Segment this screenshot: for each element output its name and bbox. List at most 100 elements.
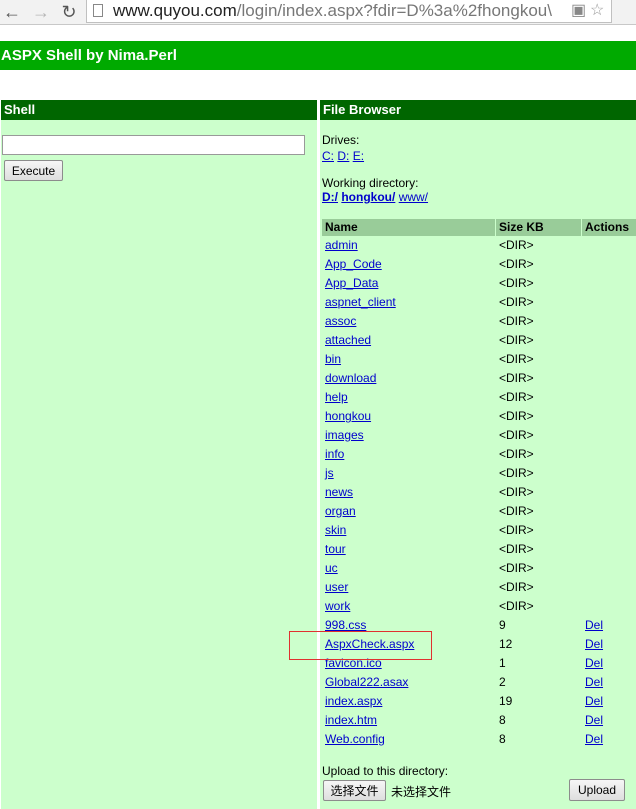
no-file-chosen-label: 未选择文件	[391, 785, 452, 799]
drive-link-d[interactable]: D:	[337, 149, 349, 163]
drives-label: Drives:	[322, 133, 360, 147]
drive-link-e[interactable]: E:	[353, 149, 364, 163]
file-name-cell: organ	[325, 502, 356, 521]
file-link[interactable]: App_Code	[325, 257, 382, 271]
file-link[interactable]: info	[325, 447, 344, 461]
file-link[interactable]: js	[325, 466, 334, 480]
file-name-cell: AspxCheck.aspx	[325, 635, 414, 654]
file-link[interactable]: bin	[325, 352, 341, 366]
file-link[interactable]: download	[325, 371, 376, 385]
file-name-cell: news	[325, 483, 353, 502]
table-row: attached <DIR>	[322, 331, 636, 350]
url-path: /login/index.aspx?fdir=D%3a%2fhongkou\	[236, 1, 552, 20]
table-row: images <DIR>	[322, 426, 636, 445]
file-size: <DIR>	[499, 542, 534, 556]
file-size: <DIR>	[499, 295, 534, 309]
file-link[interactable]: favicon.ico	[325, 656, 382, 670]
file-size: <DIR>	[499, 390, 534, 404]
file-link[interactable]: hongkou	[325, 409, 371, 423]
back-icon[interactable]: ←	[1, 0, 23, 24]
address-bar[interactable]: www.quyou.com/login/index.aspx?fdir=D%3a…	[86, 0, 612, 23]
shell-header: Shell	[1, 100, 317, 120]
choose-file-button[interactable]: 选择文件	[323, 780, 386, 801]
delete-link[interactable]: Del	[585, 694, 603, 708]
table-row: info <DIR>	[322, 445, 636, 464]
delete-link[interactable]: Del	[585, 618, 603, 632]
path-segment-hongkou[interactable]: hongkou/	[341, 190, 395, 204]
file-name-cell: aspnet_client	[325, 293, 396, 312]
working-dir-path: D:/ hongkou/ www/	[322, 190, 428, 204]
delete-link[interactable]: Del	[585, 732, 603, 746]
file-name-cell: index.htm	[325, 711, 377, 730]
file-size: <DIR>	[499, 333, 534, 347]
file-size: <DIR>	[499, 238, 534, 252]
file-link[interactable]: user	[325, 580, 348, 594]
reload-icon[interactable]: ↻	[58, 0, 80, 24]
file-actions: Del	[585, 635, 603, 654]
column-size: Size KB	[496, 219, 581, 236]
table-row: index.aspx 19 Del	[322, 692, 636, 711]
file-name-cell: download	[325, 369, 376, 388]
file-link[interactable]: help	[325, 390, 348, 404]
path-segment-root[interactable]: D:/	[322, 190, 338, 204]
file-name-cell: assoc	[325, 312, 356, 331]
file-link[interactable]: news	[325, 485, 353, 499]
table-row: Global222.asax 2 Del	[322, 673, 636, 692]
table-row: skin <DIR>	[322, 521, 636, 540]
command-input[interactable]	[2, 135, 305, 155]
file-table-header: Name Size KB Actions	[322, 219, 636, 236]
file-link[interactable]: uc	[325, 561, 338, 575]
file-actions: Del	[585, 654, 603, 673]
file-link[interactable]: 998.css	[325, 618, 366, 632]
file-actions: Del	[585, 673, 603, 692]
delete-link[interactable]: Del	[585, 713, 603, 727]
file-name-cell: bin	[325, 350, 341, 369]
file-link[interactable]: skin	[325, 523, 346, 537]
file-link[interactable]: images	[325, 428, 364, 442]
file-actions: Del	[585, 616, 603, 635]
file-link[interactable]: aspnet_client	[325, 295, 396, 309]
table-row: hongkou <DIR>	[322, 407, 636, 426]
file-link[interactable]: index.htm	[325, 713, 377, 727]
file-link[interactable]: index.aspx	[325, 694, 382, 708]
file-browser-panel: File Browser Drives: C: D: E: Working di…	[320, 100, 636, 809]
file-link[interactable]: admin	[325, 238, 358, 252]
file-browser-header: File Browser	[320, 100, 636, 120]
file-size: <DIR>	[499, 466, 534, 480]
table-row: aspnet_client <DIR>	[322, 293, 636, 312]
file-link[interactable]: organ	[325, 504, 356, 518]
file-name-cell: Web.config	[325, 730, 385, 749]
file-name-cell: hongkou	[325, 407, 371, 426]
file-link[interactable]: assoc	[325, 314, 356, 328]
file-link[interactable]: tour	[325, 542, 346, 556]
file-link[interactable]: attached	[325, 333, 371, 347]
table-row: admin <DIR>	[322, 236, 636, 255]
path-segment-www[interactable]: www/	[399, 190, 428, 204]
file-link[interactable]: work	[325, 599, 350, 613]
translate-icon[interactable]: ▣	[571, 1, 586, 21]
execute-button[interactable]: Execute	[4, 160, 63, 181]
file-link[interactable]: Global222.asax	[325, 675, 408, 689]
delete-link[interactable]: Del	[585, 656, 603, 670]
drive-link-c[interactable]: C:	[322, 149, 334, 163]
table-row: favicon.ico 1 Del	[322, 654, 636, 673]
file-name-cell: help	[325, 388, 348, 407]
file-size: <DIR>	[499, 371, 534, 385]
upload-button[interactable]: Upload	[569, 779, 625, 801]
file-link[interactable]: AspxCheck.aspx	[325, 637, 414, 651]
file-name-cell: attached	[325, 331, 371, 350]
forward-icon[interactable]: →	[30, 0, 52, 24]
delete-link[interactable]: Del	[585, 675, 603, 689]
file-link[interactable]: App_Data	[325, 276, 378, 290]
delete-link[interactable]: Del	[585, 637, 603, 651]
file-name-cell: Global222.asax	[325, 673, 408, 692]
file-table: Name Size KB Actions admin <DIR> App_Code <…	[322, 219, 636, 749]
app-title: ASPX Shell by Nima.Perl	[0, 41, 636, 70]
file-actions: Del	[585, 730, 603, 749]
table-row: Web.config 8 Del	[322, 730, 636, 749]
file-link[interactable]: Web.config	[325, 732, 385, 746]
table-row: download <DIR>	[322, 369, 636, 388]
table-row: work <DIR>	[322, 597, 636, 616]
star-icon[interactable]: ☆	[590, 1, 604, 21]
file-name-cell: App_Data	[325, 274, 378, 293]
